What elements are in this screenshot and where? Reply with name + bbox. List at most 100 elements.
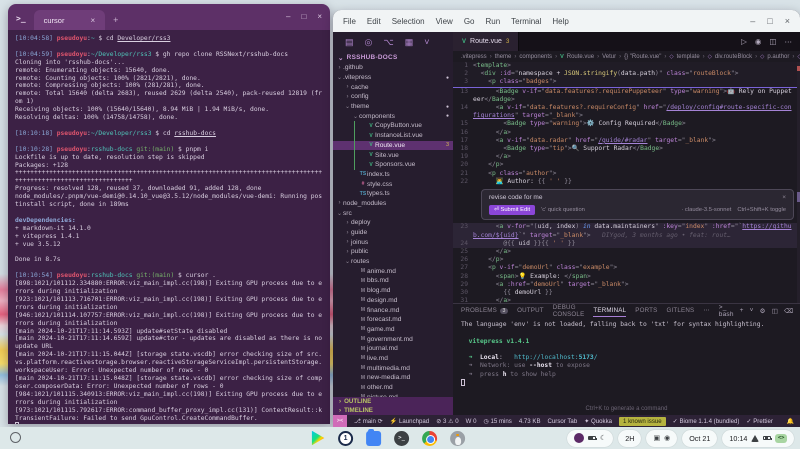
tree-item-types-ts[interactable]: TStypes.ts — [333, 189, 453, 199]
status-area[interactable]: 10:14 <> — [722, 430, 794, 447]
panel-tab-gitlens[interactable]: GITLENS — [666, 304, 694, 317]
maximize-icon[interactable]: □ — [301, 12, 306, 21]
tree-item-guide[interactable]: ›guide — [333, 228, 453, 238]
maximize-icon[interactable]: □ — [767, 16, 772, 26]
status-item[interactable]: ✓ Biome 1.1.4 (bundled) — [673, 418, 740, 425]
shell-select-chevron-icon[interactable]: ˅ — [750, 307, 754, 314]
status-item[interactable]: ⚡ Launchpad — [390, 418, 429, 425]
breadcrumb-item[interactable]: Vetur — [602, 54, 616, 60]
timer-pill[interactable]: 2H — [618, 430, 641, 447]
run-circle-icon[interactable]: ◉ — [755, 37, 762, 46]
tree-item-node_modules[interactable]: ›node_modules — [333, 199, 453, 209]
breadcrumb-item[interactable]: Route.vue — [567, 54, 594, 60]
settings-gear-icon[interactable]: ⚙ — [760, 307, 766, 315]
launcher-button[interactable] — [10, 432, 21, 443]
status-item[interactable]: ⎇ main ⟳ — [354, 418, 383, 425]
linux-penguin-icon[interactable] — [450, 431, 465, 446]
status-item[interactable]: 1 known issue — [619, 417, 666, 426]
tree-item-anime-md[interactable]: Manime.md — [333, 266, 453, 276]
tree-item-config[interactable]: ›config — [333, 92, 453, 102]
breadcrumb-item[interactable]: .vitepress — [461, 54, 487, 60]
menu-view[interactable]: View — [436, 17, 453, 26]
cursor-ai-inline-widget[interactable]: revise code for me × ⏎ Submit Edit 'c' q… — [481, 189, 794, 220]
chrome-icon[interactable] — [422, 431, 437, 446]
more-actions-icon[interactable]: ⋯ — [785, 37, 793, 46]
status-item[interactable]: ✓ Prettier — [746, 418, 772, 425]
breadcrumb-item[interactable]: p.author — [767, 54, 789, 60]
tree-item-live-md[interactable]: Mlive.md — [333, 354, 453, 364]
tree-item-multimedia-md[interactable]: Mmultimedia.md — [333, 363, 453, 373]
panel-tab-ports[interactable]: PORTS — [635, 304, 657, 317]
breadcrumb-item[interactable]: div.routeBlock — [715, 54, 752, 60]
tree-item-copybutton-vue[interactable]: VCopyButton.vue — [333, 121, 453, 131]
terminal-titlebar[interactable]: >_ cursor × + – □ × — [8, 4, 330, 30]
tree-item-instancelist-vue[interactable]: VInstanceList.vue — [333, 131, 453, 141]
tree-item-design-md[interactable]: Mdesign.md — [333, 296, 453, 306]
menu-run[interactable]: Run — [485, 17, 500, 26]
date-pill[interactable]: Oct 21 — [682, 430, 717, 447]
outline-section[interactable]: › OUTLINE — [333, 397, 453, 406]
tree-item-components[interactable]: ⌄components● — [333, 111, 453, 121]
minimize-icon[interactable]: – — [286, 12, 290, 21]
tree-item-journal-md[interactable]: Mjournal.md — [333, 344, 453, 354]
files-icon[interactable] — [366, 431, 381, 446]
breadcrumb-item[interactable]: {} "Route.vue" — [624, 54, 661, 60]
menu-selection[interactable]: Selection — [392, 17, 425, 26]
tree-item-src[interactable]: ⌄src — [333, 208, 453, 218]
tree-item-game-md[interactable]: Mgame.md — [333, 325, 453, 335]
tree-item-cache[interactable]: ›cache — [333, 82, 453, 92]
tree-item-bbs-md[interactable]: Mbbs.md — [333, 276, 453, 286]
tree-item-index-ts[interactable]: TSindex.ts — [333, 170, 453, 180]
panel-tab-output[interactable]: OUTPUT — [517, 304, 544, 317]
menu-help[interactable]: Help — [552, 17, 568, 26]
menu-terminal[interactable]: Terminal — [511, 17, 541, 26]
tree-item-forecast-md[interactable]: Mforecast.md — [333, 315, 453, 325]
notifications-bell-icon[interactable]: 🔔 — [787, 418, 794, 425]
tab-close-icon[interactable]: × — [90, 16, 95, 25]
close-icon[interactable]: × — [317, 12, 322, 21]
new-terminal-icon[interactable]: + — [740, 307, 744, 314]
tree-item-joinus[interactable]: ›joinus — [333, 237, 453, 247]
panel-tab--[interactable]: ⋯ — [703, 304, 709, 317]
tree-item-sponsors-vue[interactable]: VSponsors.vue — [333, 160, 453, 170]
tree-item-new-media-md[interactable]: Mnew-media.md — [333, 373, 453, 383]
tree-item--vitepress[interactable]: ⌄.vitepress● — [333, 73, 453, 83]
menu-go[interactable]: Go — [464, 17, 475, 26]
remote-indicator[interactable]: >< — [333, 415, 347, 427]
shell-label[interactable]: >_ bash — [719, 304, 734, 318]
tree-item--github[interactable]: ›.github — [333, 63, 453, 73]
menu-file[interactable]: File — [343, 17, 356, 26]
source-control-icon[interactable]: ⌥ — [383, 37, 393, 48]
tree-item-theme[interactable]: ⌄theme● — [333, 102, 453, 112]
explorer-header[interactable]: ⌄ RSSHUB-DOCS — [333, 52, 453, 63]
profile-status-pill[interactable]: ☾ — [567, 430, 613, 447]
new-tab-icon[interactable]: + — [113, 15, 118, 25]
extensions-icon[interactable]: ▦ — [405, 37, 414, 48]
status-item[interactable]: ✦ Quokka — [584, 418, 612, 425]
play-store-icon[interactable] — [310, 431, 325, 446]
tree-item-style-css[interactable]: #style.css — [333, 179, 453, 189]
tree-item-other-md[interactable]: Mother.md — [333, 383, 453, 393]
capture-pill[interactable]: ▣ ◉ — [646, 430, 677, 447]
status-item[interactable]: Cursor Tab — [548, 418, 578, 425]
status-item[interactable]: ◷ 15 mins — [483, 418, 511, 425]
tree-item-site-vue[interactable]: VSite.vue — [333, 150, 453, 160]
ai-prompt-text[interactable]: revise code for me — [489, 194, 542, 202]
tree-item-public[interactable]: ›public — [333, 247, 453, 257]
panel-tab-problems[interactable]: PROBLEMS3 — [461, 304, 508, 317]
panel-tab-debug-console[interactable]: DEBUG CONSOLE — [553, 304, 585, 317]
status-item[interactable]: W 0 — [466, 418, 477, 425]
status-item[interactable]: 4.73 KB — [519, 418, 541, 425]
run-icon[interactable]: ▷ — [741, 37, 747, 46]
status-item[interactable]: ⊘ 3 ⚠ 0 — [436, 418, 458, 425]
1password-icon[interactable]: 1 — [338, 431, 353, 446]
breadcrumb-item[interactable]: theme — [495, 54, 512, 60]
menu-edit[interactable]: Edit — [367, 17, 381, 26]
minimize-icon[interactable]: – — [750, 16, 755, 26]
close-icon[interactable]: × — [785, 16, 790, 26]
timeline-section[interactable]: › TIMELINE — [333, 406, 453, 415]
split-editor-icon[interactable]: ◫ — [769, 37, 776, 46]
tree-item-route-vue[interactable]: VRoute.vue3 — [333, 141, 453, 151]
tree-item-deploy[interactable]: ›deploy — [333, 218, 453, 228]
explorer-icon[interactable]: ▤ — [345, 37, 354, 48]
